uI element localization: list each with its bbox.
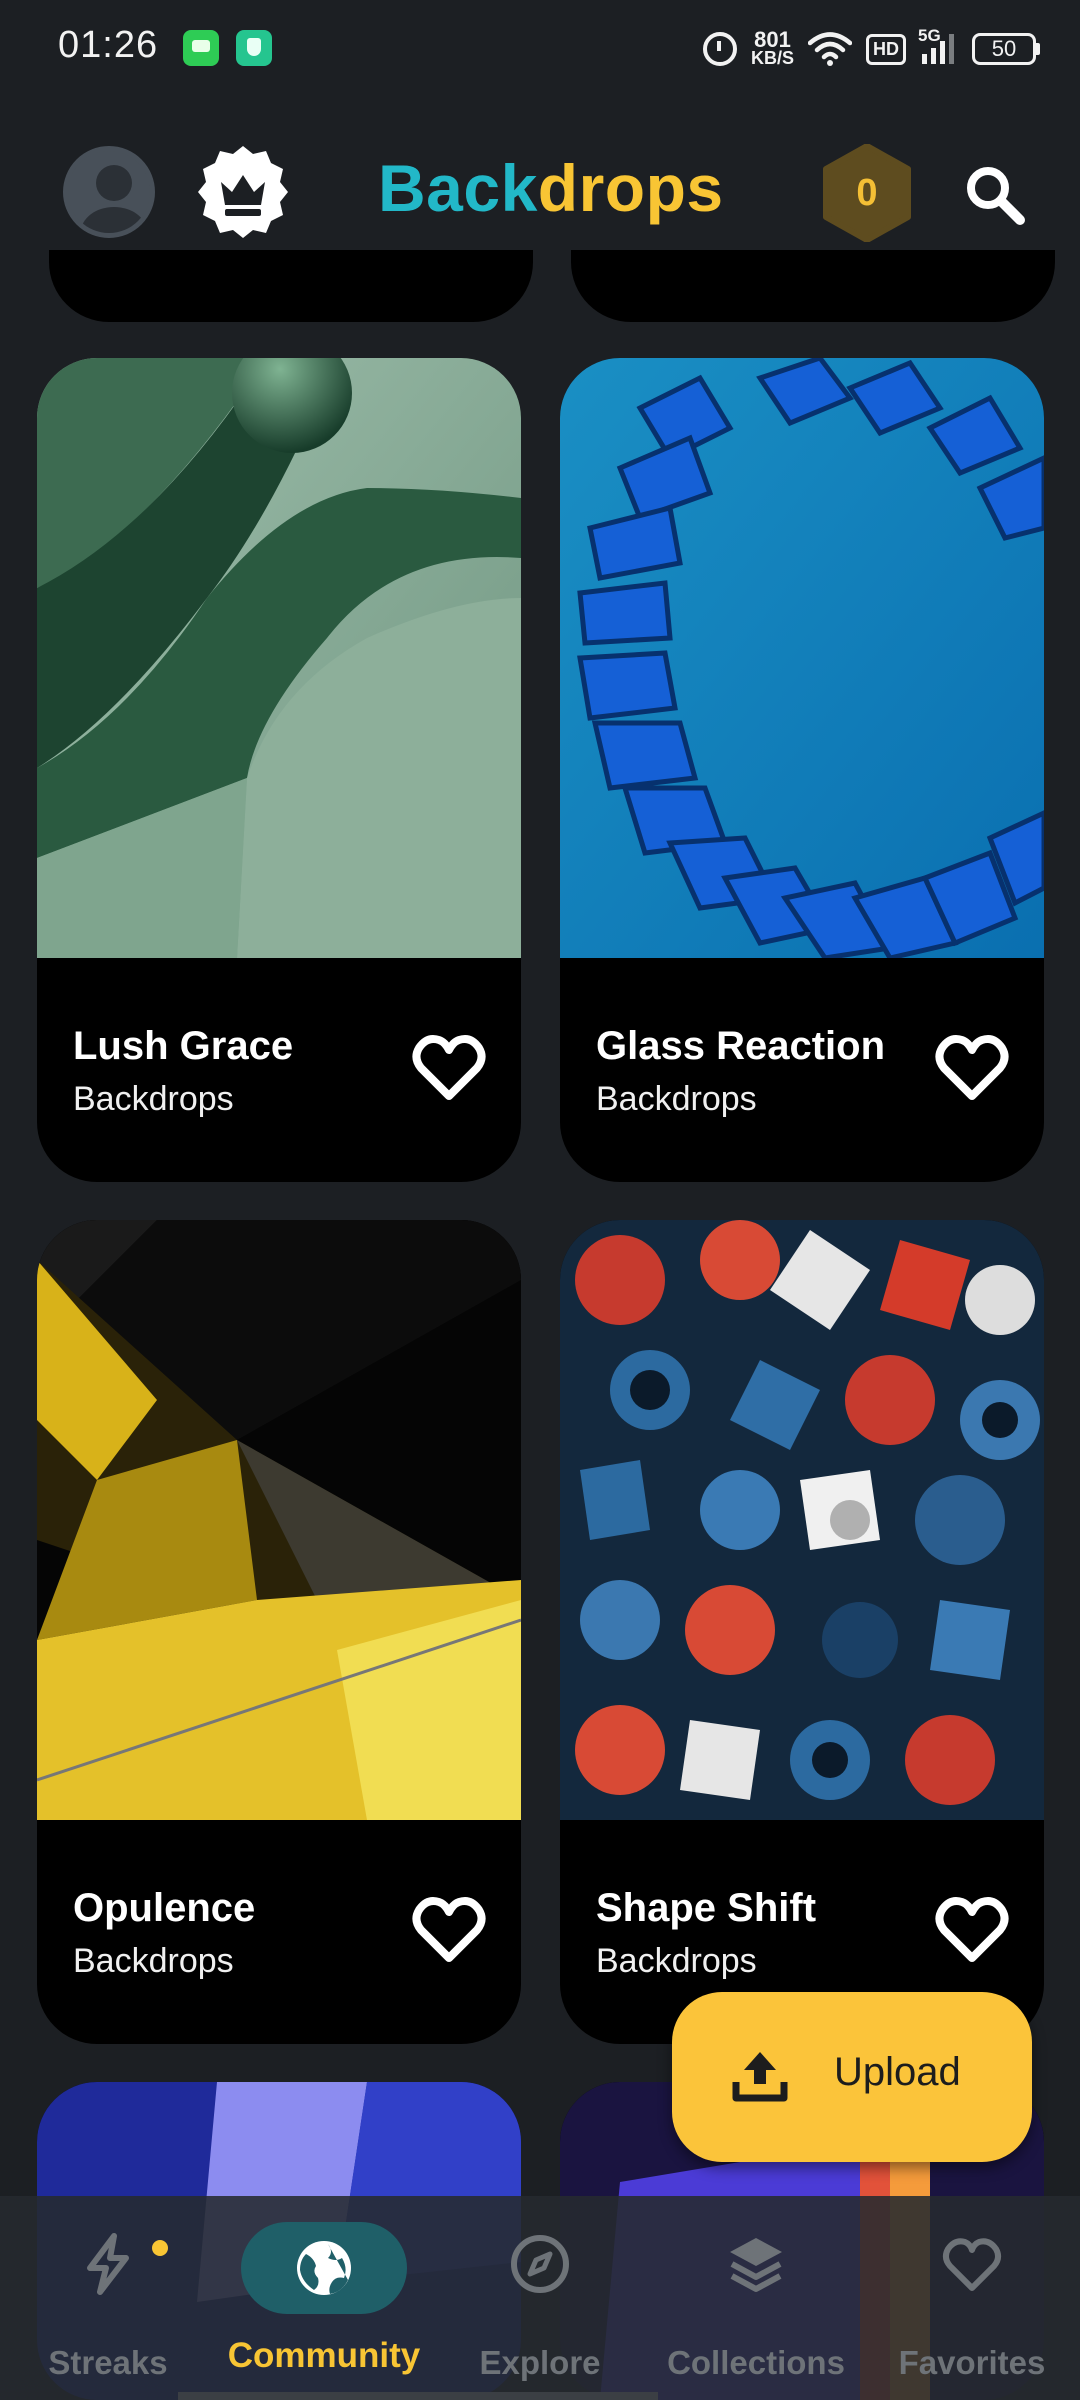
bottom-navigation: Streaks Community Explore Collections Fa bbox=[0, 2196, 1080, 2400]
favorite-button[interactable] bbox=[409, 1890, 489, 1970]
nav-item-explore[interactable]: Explore bbox=[432, 2196, 648, 2400]
heart-outline-icon bbox=[412, 1897, 486, 1962]
profile-avatar-button[interactable] bbox=[63, 146, 155, 238]
battery-level: 50 bbox=[972, 33, 1036, 65]
nav-label: Favorites bbox=[898, 2344, 1046, 2381]
nav-item-streaks[interactable]: Streaks bbox=[0, 2196, 216, 2400]
card-title: Shape Shift bbox=[596, 1886, 817, 1930]
heart-icon bbox=[942, 2238, 1002, 2291]
battery-icon: 50 bbox=[972, 33, 1040, 65]
signal-icon: 5G bbox=[918, 26, 958, 66]
premium-crown-button[interactable] bbox=[193, 142, 293, 242]
card-subtitle: Backdrops bbox=[73, 1942, 234, 1980]
card-partial-top-left[interactable] bbox=[49, 250, 533, 322]
security-notification-icon bbox=[236, 30, 272, 66]
lightning-icon bbox=[87, 2233, 129, 2295]
nav-label: Community bbox=[227, 2336, 421, 2375]
wallpaper-card[interactable]: Lush Grace Backdrops bbox=[37, 358, 521, 1182]
network-speed-unit: KB/S bbox=[750, 48, 794, 68]
card-title: Glass Reaction bbox=[596, 1024, 886, 1068]
hd-badge: HD bbox=[866, 33, 906, 65]
status-indicators: 801 KB/S HD 5G 50 bbox=[702, 26, 1040, 72]
wallpaper-thumbnail bbox=[37, 358, 521, 958]
card-subtitle: Backdrops bbox=[596, 1942, 757, 1980]
favorite-button[interactable] bbox=[932, 1890, 1012, 1970]
streak-indicator-dot bbox=[152, 2240, 168, 2256]
heart-outline-icon bbox=[935, 1035, 1009, 1100]
wallpaper-thumbnail bbox=[37, 1220, 521, 1820]
app-title-part2: drops bbox=[537, 151, 724, 225]
wifi-icon bbox=[808, 32, 852, 66]
card-partial-top-right[interactable] bbox=[571, 250, 1055, 322]
nav-item-favorites[interactable]: Favorites bbox=[864, 2196, 1080, 2400]
network-speed-value: 801 bbox=[754, 27, 791, 52]
upload-label: Upload bbox=[834, 2050, 961, 2094]
nav-item-collections[interactable]: Collections bbox=[648, 2196, 864, 2400]
layers-icon bbox=[730, 2238, 782, 2292]
heart-outline-icon bbox=[412, 1035, 486, 1100]
crown-icon bbox=[198, 146, 288, 238]
app-title: Backdrops bbox=[378, 150, 724, 226]
card-subtitle: Backdrops bbox=[73, 1080, 234, 1118]
favorite-button[interactable] bbox=[932, 1028, 1012, 1108]
heart-outline-icon bbox=[935, 1897, 1009, 1962]
app-title-part1: Back bbox=[378, 151, 538, 225]
compass-icon bbox=[511, 2235, 569, 2293]
card-subtitle: Backdrops bbox=[596, 1080, 757, 1118]
nav-label: Streaks bbox=[48, 2344, 168, 2381]
wallpaper-card[interactable]: Opulence Backdrops bbox=[37, 1220, 521, 2044]
upload-icon bbox=[732, 2052, 788, 2102]
nav-label: Explore bbox=[479, 2344, 601, 2381]
search-button[interactable] bbox=[960, 160, 1030, 230]
favorite-button[interactable] bbox=[409, 1028, 489, 1108]
wallpaper-thumbnail bbox=[560, 358, 1044, 958]
coins-badge-button[interactable]: 0 bbox=[818, 143, 916, 243]
nav-item-community[interactable]: Community bbox=[216, 2196, 432, 2400]
coins-count: 0 bbox=[856, 172, 878, 214]
alarm-icon bbox=[702, 32, 737, 66]
upload-button[interactable]: Upload bbox=[672, 1992, 1032, 2162]
card-title: Opulence bbox=[73, 1886, 256, 1930]
message-notification-icon bbox=[183, 30, 219, 66]
wallpaper-card[interactable]: Shape Shift Backdrops bbox=[560, 1220, 1044, 2044]
network-type: 5G bbox=[918, 26, 941, 45]
status-time: 01:26 bbox=[58, 24, 159, 66]
status-bar: 01:26 801 KB/S HD 5G 50 bbox=[0, 0, 1080, 95]
wallpaper-card[interactable]: Glass Reaction Backdrops bbox=[560, 358, 1044, 1182]
network-speed: 801 KB/S bbox=[750, 27, 794, 68]
home-indicator bbox=[178, 2392, 658, 2400]
card-title: Lush Grace bbox=[73, 1024, 294, 1068]
nav-label: Collections bbox=[667, 2344, 845, 2381]
search-icon bbox=[967, 167, 1025, 225]
globe-icon bbox=[297, 2241, 351, 2295]
app-header: Backdrops 0 bbox=[0, 128, 1080, 258]
wallpaper-thumbnail bbox=[560, 1220, 1044, 1820]
